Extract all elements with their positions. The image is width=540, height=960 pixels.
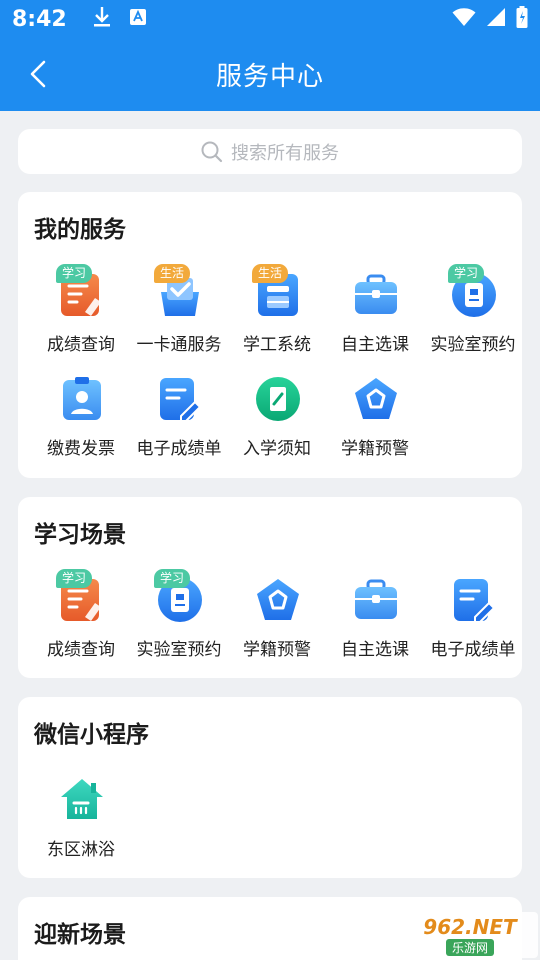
service-label: 成绩查询: [47, 335, 115, 355]
service-label: 自主选课: [341, 335, 409, 355]
service-label: 学籍预警: [341, 439, 409, 459]
service-label: 学工系统: [243, 335, 311, 355]
invoice-icon: [59, 376, 105, 422]
badge-study: 学习: [448, 264, 485, 283]
enrollment-notice-icon: [255, 376, 301, 422]
watermark-top-text: 962.NET: [423, 914, 517, 939]
battery-charging-icon: [516, 6, 528, 32]
download-icon: [93, 6, 111, 32]
service-grades-query[interactable]: 学习 成绩查询: [32, 569, 130, 677]
search-icon: [201, 141, 223, 162]
service-label: 一卡通服务: [136, 335, 222, 355]
service-enrollment-notice[interactable]: 入学须知: [228, 376, 326, 476]
transcript-icon: [157, 376, 203, 422]
service-label: 实验室预约: [136, 640, 222, 660]
briefcase-icon: [353, 577, 399, 623]
watermark-bottom-text: 乐游网: [445, 938, 494, 956]
service-student-affairs[interactable]: 生活 学工系统: [228, 264, 326, 372]
badge-study: 学习: [56, 264, 93, 283]
service-east-shower[interactable]: 东区淋浴: [32, 777, 130, 877]
search-placeholder: 搜索所有服务: [231, 142, 339, 164]
status-time: 8:42: [12, 6, 67, 32]
wifi-icon: [452, 7, 476, 31]
section-title: 微信小程序: [34, 722, 149, 748]
warning-pentagon-icon: [353, 376, 399, 422]
signal-icon: [486, 7, 506, 31]
wechat-miniprogram-card: 微信小程序 东区淋浴: [18, 697, 522, 878]
warning-pentagon-icon: [255, 577, 301, 623]
service-label: 自主选课: [341, 640, 409, 660]
service-label: 电子成绩单: [136, 439, 222, 459]
page-title: 服务中心: [215, 62, 324, 92]
service-label: 实验室预约: [430, 335, 516, 355]
my-services-card: 我的服务 学习 成绩查询 生活 一卡通服务 生活 学工系统 自主选课 学习 实验…: [18, 192, 522, 478]
service-lab-booking[interactable]: 学习 实验室预约: [130, 569, 228, 677]
service-status-warning[interactable]: 学籍预警: [228, 577, 326, 677]
badge-life: 生活: [252, 264, 289, 283]
service-invoice[interactable]: 缴费发票: [32, 376, 130, 476]
app-notification-icon: [129, 8, 147, 30]
watermark-logo: 962.NET 乐游网: [402, 912, 538, 958]
service-course-selection[interactable]: 自主选课: [326, 577, 424, 677]
navigation-bar: 服务中心: [0, 40, 540, 110]
service-course-selection[interactable]: 自主选课: [326, 272, 424, 372]
section-title: 学习场景: [34, 522, 126, 548]
service-grades-query[interactable]: 学习 成绩查询: [32, 264, 130, 372]
badge-life: 生活: [154, 264, 191, 283]
shower-house-icon: [59, 777, 105, 823]
service-label: 成绩查询: [47, 640, 115, 660]
service-label: 东区淋浴: [47, 840, 115, 860]
app-header: 8:42 服务中心: [0, 0, 540, 111]
transcript-icon: [451, 577, 497, 623]
service-card-service[interactable]: 生活 一卡通服务: [130, 264, 228, 372]
section-title: 我的服务: [34, 217, 126, 243]
study-scene-card: 学习场景 学习 成绩查询 学习 实验室预约 学籍预警 自主选课 电子成绩单: [18, 497, 522, 678]
service-label: 入学须知: [243, 439, 311, 459]
service-status-warning[interactable]: 学籍预警: [326, 376, 424, 476]
service-label: 学籍预警: [243, 640, 311, 660]
badge-study: 学习: [154, 569, 191, 588]
service-transcript[interactable]: 电子成绩单: [424, 577, 522, 677]
badge-study: 学习: [56, 569, 93, 588]
status-bar: 8:42: [0, 0, 540, 38]
section-title: 迎新场景: [34, 922, 126, 948]
service-label: 缴费发票: [47, 439, 115, 459]
service-lab-booking[interactable]: 学习 实验室预约: [424, 264, 522, 372]
search-input[interactable]: 搜索所有服务: [18, 129, 522, 174]
briefcase-icon: [353, 272, 399, 318]
service-label: 电子成绩单: [430, 640, 516, 660]
service-transcript[interactable]: 电子成绩单: [130, 376, 228, 476]
